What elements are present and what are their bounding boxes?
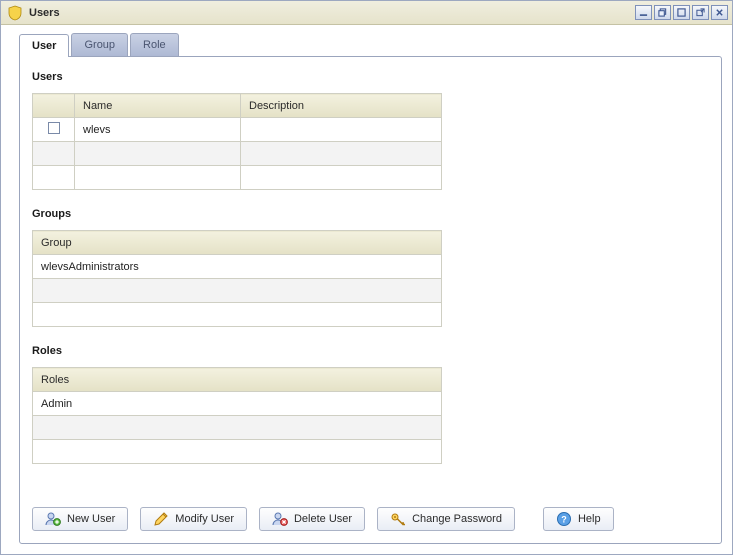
row-name: wlevs — [75, 118, 241, 142]
user-delete-icon — [272, 511, 288, 527]
users-col-check — [33, 94, 75, 118]
table-row[interactable]: wlevsAdministrators — [33, 255, 442, 279]
row-value: wlevsAdministrators — [33, 255, 442, 279]
delete-user-button[interactable]: Delete User — [259, 507, 365, 531]
restore-button[interactable] — [654, 5, 671, 20]
users-col-description: Description — [241, 94, 442, 118]
roles-heading: Roles — [32, 345, 709, 357]
row-value — [33, 440, 442, 464]
pencil-icon — [153, 511, 169, 527]
button-bar: New User Modify User Delete User Change … — [32, 493, 709, 531]
key-icon — [390, 511, 406, 527]
titlebar: Users — [1, 1, 732, 25]
table-row[interactable] — [33, 416, 442, 440]
help-button[interactable]: ? Help — [543, 507, 614, 531]
roles-col: Roles — [33, 368, 442, 392]
users-col-name: Name — [75, 94, 241, 118]
tab-role[interactable]: Role — [130, 33, 179, 56]
change-password-button[interactable]: Change Password — [377, 507, 515, 531]
button-label: New User — [67, 513, 115, 525]
row-checkbox-cell[interactable] — [33, 166, 75, 190]
close-button[interactable] — [711, 5, 728, 20]
help-icon: ? — [556, 511, 572, 527]
tab-label: User — [32, 40, 56, 52]
row-name — [75, 166, 241, 190]
row-checkbox-cell[interactable] — [33, 118, 75, 142]
table-row[interactable] — [33, 142, 442, 166]
users-window: Users User Group Role Users Name Descrip… — [0, 0, 733, 555]
modify-user-button[interactable]: Modify User — [140, 507, 247, 531]
content-area: User Group Role Users Name Description w… — [1, 25, 732, 554]
roles-table: Roles Admin — [32, 367, 442, 464]
button-label: Help — [578, 513, 601, 525]
table-row[interactable] — [33, 440, 442, 464]
tab-label: Group — [84, 39, 115, 51]
row-description — [241, 166, 442, 190]
table-row[interactable] — [33, 166, 442, 190]
shield-icon — [7, 5, 23, 21]
row-description — [241, 118, 442, 142]
tab-user[interactable]: User — [19, 34, 69, 57]
tab-row: User Group Role — [19, 33, 722, 56]
checkbox-icon[interactable] — [48, 122, 60, 134]
window-title: Users — [29, 7, 635, 19]
row-value — [33, 416, 442, 440]
button-label: Change Password — [412, 513, 502, 525]
table-row[interactable]: wlevs — [33, 118, 442, 142]
users-table: Name Description wlevs — [32, 93, 442, 190]
groups-col: Group — [33, 231, 442, 255]
maximize-button[interactable] — [673, 5, 690, 20]
row-value — [33, 303, 442, 327]
user-plus-icon — [45, 511, 61, 527]
table-row[interactable]: Admin — [33, 392, 442, 416]
groups-heading: Groups — [32, 208, 709, 220]
users-heading: Users — [32, 71, 709, 83]
row-description — [241, 142, 442, 166]
svg-text:?: ? — [561, 515, 567, 525]
row-value — [33, 279, 442, 303]
row-checkbox-cell[interactable] — [33, 142, 75, 166]
minimize-button[interactable] — [635, 5, 652, 20]
tab-group[interactable]: Group — [71, 33, 128, 56]
row-value: Admin — [33, 392, 442, 416]
window-controls — [635, 5, 728, 20]
tab-label: Role — [143, 39, 166, 51]
new-user-button[interactable]: New User — [32, 507, 128, 531]
detach-button[interactable] — [692, 5, 709, 20]
table-row[interactable] — [33, 303, 442, 327]
table-row[interactable] — [33, 279, 442, 303]
user-panel: Users Name Description wlevs — [19, 56, 722, 544]
groups-table: Group wlevsAdministrators — [32, 230, 442, 327]
row-name — [75, 142, 241, 166]
button-label: Delete User — [294, 513, 352, 525]
button-label: Modify User — [175, 513, 234, 525]
